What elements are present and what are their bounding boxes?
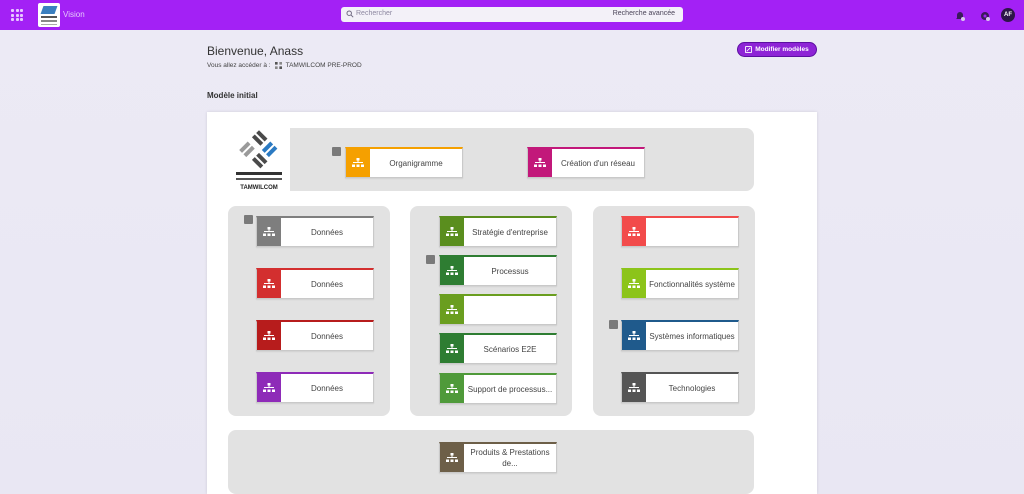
hierarchy-icon[interactable]	[426, 255, 435, 264]
org-chart-icon	[622, 374, 646, 402]
model-card-label: Données	[310, 383, 344, 393]
search-input[interactable]: Rechercher	[356, 10, 392, 17]
model-card-vide-red[interactable]	[621, 216, 739, 247]
model-card-processus[interactable]: Processus	[439, 255, 557, 286]
notification-icon[interactable]	[954, 10, 966, 22]
model-card-label: Données	[310, 227, 344, 237]
environment-name[interactable]: TAMWILCOM PRE-PROD	[286, 62, 362, 69]
model-card-donnees-2[interactable]: Données	[256, 268, 374, 299]
org-chart-icon	[257, 322, 281, 350]
modify-models-label: Modifier modèles	[755, 46, 809, 53]
apps-grid-icon[interactable]	[11, 9, 23, 21]
advanced-search-link[interactable]: Recherche avancée	[613, 10, 675, 17]
org-chart-icon	[440, 218, 464, 246]
model-card-donnees-3[interactable]: Données	[256, 320, 374, 351]
access-label: Vous allez accéder à :	[207, 62, 271, 69]
model-card-label: Création d'un réseau	[560, 158, 636, 168]
modify-models-button[interactable]: Modifier modèles	[737, 42, 817, 57]
org-chart-icon	[346, 149, 370, 177]
model-card-label: Scénarios E2E	[483, 344, 537, 354]
model-card-donnees-1[interactable]: Données	[256, 216, 374, 247]
top-bar: Vision Rechercher Recherche avancée AF	[0, 0, 1024, 30]
user-avatar[interactable]: AF	[1001, 8, 1015, 22]
org-chart-icon	[440, 257, 464, 285]
model-card-scenarios[interactable]: Scénarios E2E	[439, 333, 557, 364]
org-chart-icon	[622, 322, 646, 350]
org-chart-icon	[622, 218, 646, 246]
model-card-label: Support de processus...	[467, 384, 553, 394]
search-icon	[346, 10, 354, 18]
company-logo[interactable]	[38, 3, 60, 27]
org-chart-icon	[257, 270, 281, 298]
org-chart-icon	[257, 218, 281, 246]
model-card-creation-reseau[interactable]: Création d'un réseau	[527, 147, 645, 178]
org-chart-icon	[622, 270, 646, 298]
model-card-strategie[interactable]: Stratégie d'entreprise	[439, 216, 557, 247]
model-card-label: Processus	[491, 266, 529, 276]
model-card-label: Technologies	[668, 383, 716, 393]
org-chart-icon	[528, 149, 552, 177]
environment-icon	[274, 62, 282, 69]
model-card-produits[interactable]: Produits & Prestations de...	[439, 442, 557, 473]
hierarchy-icon[interactable]	[332, 147, 341, 156]
org-chart-icon	[440, 296, 464, 324]
model-card-fonctionnalites[interactable]: Fonctionnalités système	[621, 268, 739, 299]
model-card-label: Données	[310, 331, 344, 341]
app-name: Vision	[63, 10, 85, 19]
org-chart-icon	[440, 335, 464, 363]
model-card-label: Produits & Prestations de...	[470, 448, 550, 468]
model-card-label: Données	[310, 279, 344, 289]
edit-icon	[745, 46, 753, 53]
model-card-label: Fonctionnalités système	[649, 279, 735, 289]
section-title: Modèle initial	[207, 91, 258, 100]
tamwilcom-wordmark: TAMWILCOM	[240, 185, 278, 191]
org-chart-icon	[440, 444, 464, 472]
model-card-label: Stratégie d'entreprise	[472, 227, 548, 237]
org-chart-icon	[440, 375, 464, 403]
model-card-organigramme[interactable]: Organigramme	[345, 147, 463, 178]
hierarchy-icon[interactable]	[609, 320, 618, 329]
model-card-vide-green[interactable]	[439, 294, 557, 325]
model-card-label: Organigramme	[389, 158, 443, 168]
settings-icon[interactable]	[979, 10, 991, 22]
panel-top	[228, 128, 754, 191]
access-line: Vous allez accéder à : TAMWILCOM PRE-PRO…	[207, 62, 362, 69]
search-bar[interactable]: Rechercher Recherche avancée	[341, 7, 683, 22]
model-card-systemes[interactable]: Systèmes informatiques	[621, 320, 739, 351]
model-card-donnees-4[interactable]: Données	[256, 372, 374, 403]
model-card-label: Systèmes informatiques	[649, 331, 735, 341]
tamwilcom-logo: TAMWILCOM	[228, 128, 290, 192]
model-card-technologies[interactable]: Technologies	[621, 372, 739, 403]
welcome-title: Bienvenue, Anass	[207, 44, 304, 58]
model-card-support[interactable]: Support de processus...	[439, 373, 557, 404]
hierarchy-icon[interactable]	[244, 215, 253, 224]
org-chart-icon	[257, 374, 281, 402]
